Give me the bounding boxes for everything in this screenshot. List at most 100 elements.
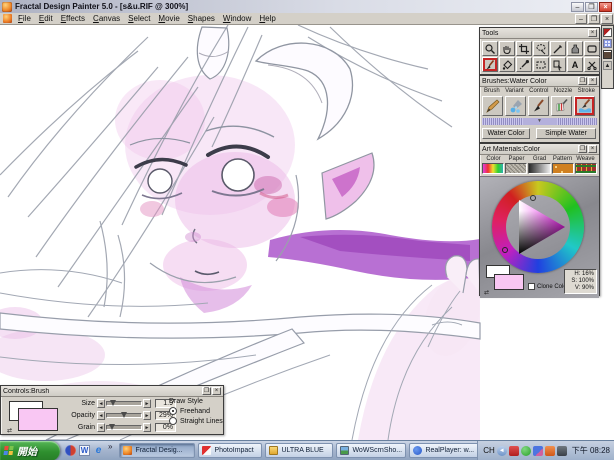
grain-slider[interactable] — [106, 424, 142, 430]
brushes-close-icon[interactable]: × — [588, 77, 597, 85]
sv-triangle[interactable] — [506, 195, 570, 259]
opacity-right-arrow[interactable]: ► — [143, 411, 151, 420]
tray-red-app-icon[interactable] — [508, 445, 519, 456]
tab-nozzle[interactable]: Nozzle — [554, 88, 572, 94]
word-icon[interactable]: W — [79, 445, 90, 456]
weave-tab-swatch[interactable] — [574, 163, 598, 174]
tab-paper[interactable]: Paper — [505, 156, 528, 162]
variant-loaded-brush[interactable] — [528, 96, 549, 116]
grid-pattern-icon[interactable] — [603, 39, 612, 48]
dropper-tool[interactable] — [516, 57, 532, 72]
menu-window[interactable]: Window — [219, 14, 255, 23]
pen-tool[interactable] — [550, 41, 566, 56]
brush-tool[interactable] — [482, 57, 498, 72]
tab-brush[interactable]: Brush — [484, 88, 500, 94]
size-thumb[interactable] — [110, 400, 117, 406]
task-realplayer[interactable]: RealPlayer: w... — [409, 443, 478, 458]
tab-color[interactable]: Color — [482, 156, 505, 162]
art-materials-expand-icon[interactable]: ❐ — [578, 145, 587, 153]
doc-restore-button[interactable]: ❐ — [588, 13, 600, 24]
straight-lines-option[interactable]: Straight Lines — [169, 417, 223, 425]
document-icon[interactable] — [3, 14, 12, 23]
minimize-button[interactable]: – — [571, 1, 584, 12]
task-fractal-design[interactable]: Fractal Desig... — [119, 443, 196, 458]
dark-swatch-icon[interactable] — [603, 50, 612, 59]
clone-color-checkbox[interactable] — [528, 283, 535, 290]
controls-swap-icon[interactable]: ⇄ — [7, 427, 12, 434]
tools-palette-titlebar[interactable]: Tools × — [480, 28, 599, 39]
front-color-swatch[interactable] — [494, 274, 524, 290]
sv-marker[interactable] — [530, 195, 536, 201]
paint-bucket-tool[interactable] — [499, 57, 515, 72]
size-right-arrow[interactable]: ► — [143, 399, 151, 408]
menu-shapes[interactable]: Shapes — [184, 14, 219, 23]
controls-front-swatch[interactable] — [18, 408, 58, 431]
grain-thumb[interactable] — [108, 424, 115, 430]
task-ultra-blue-folder[interactable]: ULTRA BLUE — [265, 443, 334, 458]
variant-water-drops[interactable] — [505, 96, 526, 116]
close-button[interactable]: × — [599, 1, 612, 12]
brush-variant-dropdown[interactable]: Simple Water — [536, 128, 596, 139]
crop-tool[interactable] — [516, 41, 532, 56]
opacity-thumb[interactable] — [120, 412, 127, 418]
grain-left-arrow[interactable]: ◄ — [97, 423, 105, 432]
magnifier-tool[interactable] — [482, 41, 498, 56]
variant-water-color[interactable] — [574, 96, 595, 116]
menu-effects[interactable]: Effects — [57, 14, 89, 23]
freehand-radio[interactable] — [169, 407, 177, 415]
art-materials-titlebar[interactable]: Art Materials:Color ❐ × — [480, 144, 599, 155]
task-photoimpact[interactable]: PhotoImpact — [198, 443, 263, 458]
tab-stroke[interactable]: Stroke — [578, 88, 595, 94]
task-wow-screenshot[interactable]: WoWScrnSho... — [336, 443, 407, 458]
controls-close-icon[interactable]: × — [212, 387, 221, 395]
tab-pattern[interactable]: Pattern — [551, 156, 574, 162]
art-materials-close-icon[interactable]: × — [588, 145, 597, 153]
variant-pencil[interactable] — [482, 96, 503, 116]
rect-shape-tool[interactable] — [584, 41, 600, 56]
brushes-palette-titlebar[interactable]: Brushes:Water Color ❐ × — [480, 76, 599, 87]
quick-curve-tool[interactable] — [567, 41, 583, 56]
shape-cutter-tool[interactable] — [584, 57, 600, 72]
controls-titlebar[interactable]: Controls:Brush ❐ × — [1, 386, 223, 397]
grabber-tool[interactable] — [499, 41, 515, 56]
lasso-tool[interactable] — [533, 41, 549, 56]
color-tab-swatch[interactable] — [482, 163, 505, 174]
taskbar-clock[interactable]: 下午 08:28 — [569, 445, 610, 456]
tray-collapse-chevron[interactable]: ◄ — [496, 445, 507, 456]
opacity-left-arrow[interactable]: ◄ — [97, 411, 105, 420]
grain-right-arrow[interactable]: ► — [143, 423, 151, 432]
grad-tab-swatch[interactable] — [528, 163, 551, 174]
tools-close-icon[interactable]: × — [588, 29, 597, 37]
text-tool[interactable]: A — [567, 57, 583, 72]
menu-help[interactable]: Help — [255, 14, 279, 23]
quick-launch-more-chevron[interactable]: » — [108, 442, 112, 451]
straight-lines-radio[interactable] — [169, 417, 177, 425]
tab-control[interactable]: Control — [529, 88, 548, 94]
menu-edit[interactable]: Edit — [35, 14, 57, 23]
doc-minimize-button[interactable]: – — [575, 13, 587, 24]
freehand-option[interactable]: Freehand — [169, 407, 223, 415]
rect-selection-tool[interactable] — [533, 57, 549, 72]
title-bar[interactable]: Fractal Design Painter 5.0 - [s&u.RIF @ … — [0, 0, 614, 13]
brush-category-dropdown[interactable]: Water Color — [482, 128, 530, 139]
tray-messenger-icon[interactable] — [532, 445, 543, 456]
restore-button[interactable]: ❐ — [585, 1, 598, 12]
tab-grad[interactable]: Grad — [528, 156, 551, 162]
menu-canvas[interactable]: Canvas — [89, 14, 124, 23]
start-button[interactable]: 開始 — [0, 440, 60, 460]
opacity-slider[interactable] — [106, 412, 142, 418]
doc-close-button[interactable]: × — [601, 13, 613, 24]
menu-file[interactable]: File — [14, 14, 35, 23]
variant-striped-brush[interactable] — [551, 96, 572, 116]
internet-explorer-icon[interactable]: e — [93, 445, 104, 456]
color-swatch-icon[interactable] — [603, 28, 612, 37]
scroll-up-icon[interactable]: ▲ — [603, 61, 612, 70]
tray-orange-x-icon[interactable] — [544, 445, 555, 456]
size-slider[interactable] — [106, 400, 142, 406]
menu-movie[interactable]: Movie — [154, 14, 183, 23]
brush-drawer-handle[interactable]: ▼ — [482, 118, 597, 125]
menu-select[interactable]: Select — [124, 14, 154, 23]
controls-expand-icon[interactable]: ❐ — [202, 387, 211, 395]
pattern-tab-swatch[interactable] — [551, 163, 574, 174]
hue-marker[interactable] — [502, 247, 508, 253]
